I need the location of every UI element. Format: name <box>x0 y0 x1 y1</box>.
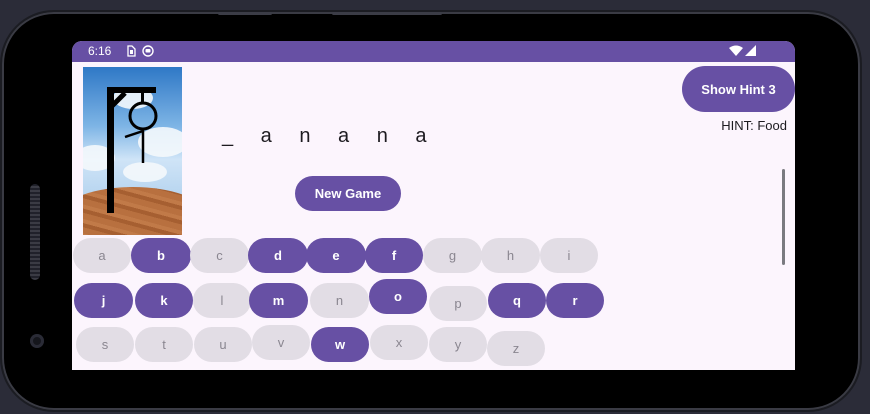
key-r[interactable]: r <box>546 283 604 318</box>
app-screen: 6:16 _ a n a n a New Game Show Hint 3 HI… <box>72 41 795 370</box>
key-h[interactable]: h <box>481 238 540 273</box>
signal-icon <box>745 45 757 60</box>
wifi-icon <box>729 45 743 60</box>
key-q[interactable]: q <box>488 283 546 318</box>
hangman-image <box>83 67 182 235</box>
key-j[interactable]: j <box>74 283 133 318</box>
masked-word: _ a n a n a <box>222 125 438 147</box>
camera-lens <box>30 334 44 348</box>
speaker-grille <box>30 184 40 280</box>
key-z[interactable]: z <box>487 331 545 366</box>
key-p[interactable]: p <box>429 286 487 321</box>
key-b[interactable]: b <box>131 238 191 273</box>
key-y[interactable]: y <box>429 327 487 362</box>
key-i[interactable]: i <box>540 238 598 273</box>
key-o[interactable]: o <box>369 279 427 314</box>
scrollbar[interactable] <box>782 169 785 265</box>
key-w[interactable]: w <box>311 327 369 362</box>
key-f[interactable]: f <box>365 238 423 273</box>
sim-icon <box>126 45 136 60</box>
key-x[interactable]: x <box>370 325 428 360</box>
shield-icon <box>142 45 154 60</box>
key-e[interactable]: e <box>306 238 366 273</box>
key-l[interactable]: l <box>193 283 251 318</box>
hint-text: HINT: Food <box>721 118 787 133</box>
power-button <box>332 12 442 15</box>
key-c[interactable]: c <box>190 238 249 273</box>
key-t[interactable]: t <box>135 327 193 362</box>
key-k[interactable]: k <box>135 283 193 318</box>
status-time: 6:16 <box>88 44 112 58</box>
key-v[interactable]: v <box>252 325 310 360</box>
key-u[interactable]: u <box>194 327 252 362</box>
key-s[interactable]: s <box>76 327 134 362</box>
key-n[interactable]: n <box>310 283 369 318</box>
new-game-button[interactable]: New Game <box>295 176 401 211</box>
status-bar: 6:16 <box>72 41 795 62</box>
key-g[interactable]: g <box>423 238 482 273</box>
volume-button <box>218 12 272 15</box>
key-a[interactable]: a <box>73 238 131 273</box>
key-m[interactable]: m <box>249 283 308 318</box>
show-hint-button[interactable]: Show Hint 3 <box>682 66 795 112</box>
key-d[interactable]: d <box>248 238 308 273</box>
